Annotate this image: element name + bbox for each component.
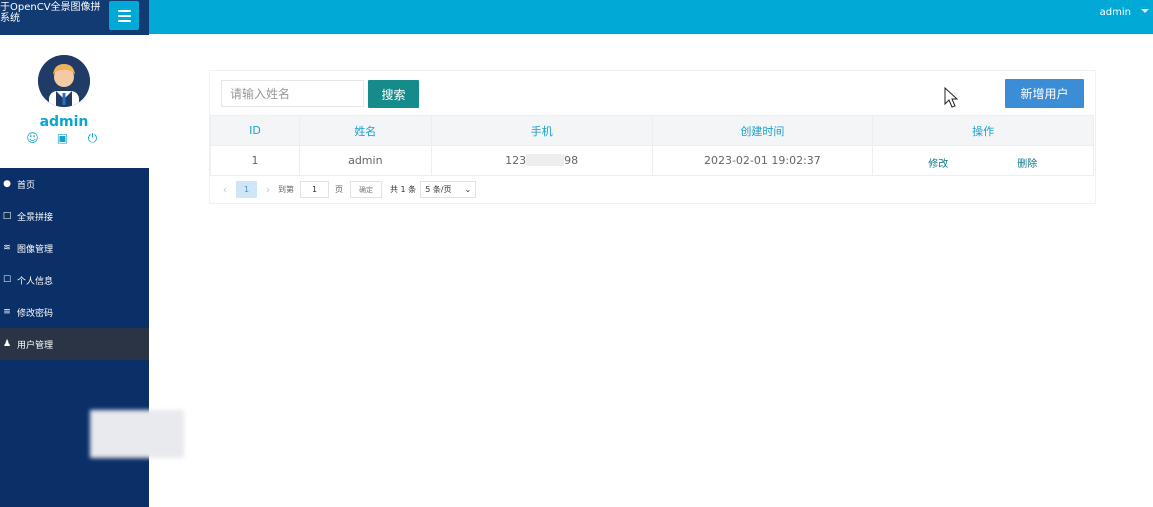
column-header-actions: 操作 (872, 115, 1094, 146)
pagination: ‹ 1 › 到第 1 页 确定 共 1 条 5 条/页 ⌄ (218, 181, 477, 198)
sidebar-item-users[interactable]: ♟ 用户管理 (0, 328, 149, 360)
confirm-button[interactable]: 确定 (350, 181, 382, 198)
cell-name: admin (298, 145, 432, 176)
hamburger-icon (117, 9, 131, 12)
avatar (38, 55, 90, 107)
sidebar-menu: ● 首页 □ 全景拼接 ≋ 图像管理 ☐ 个人信息 ≡ 修改密码 ♟ 用户管理 (0, 168, 149, 360)
sidebar-item-password[interactable]: ≡ 修改密码 (0, 296, 149, 328)
cell-phone: 123 98 (430, 145, 653, 176)
power-icon[interactable]: ⏻ (86, 131, 99, 146)
page-label: 页 (335, 185, 343, 194)
profile-username: admin (39, 114, 89, 130)
cell-created: 2023-02-01 19:02:37 (651, 145, 874, 176)
goto-label: 到第 (278, 185, 294, 194)
phone-suffix: 98 (564, 153, 579, 167)
users-icon: ♟ (2, 339, 12, 349)
profile-card: admin ☺ ▣ ⏻ (0, 35, 149, 168)
user-table: ID 姓名 手机 创建时间 操作 1 admin 123 98 2023-02-0… (210, 115, 1094, 176)
password-icon: ≡ (3, 307, 11, 317)
header-username[interactable]: admin (1100, 7, 1131, 18)
blurred-region (90, 410, 184, 458)
sidebar-item-home[interactable]: ● 首页 (0, 168, 149, 200)
column-header-phone[interactable]: 手机 (430, 115, 653, 146)
delete-link[interactable]: 删除 (1017, 155, 1037, 170)
stitch-icon: □ (2, 211, 12, 221)
sidebar-item-images[interactable]: ≋ 图像管理 (0, 232, 149, 264)
profile-icon: ☐ (2, 275, 12, 285)
search-input[interactable]: 请输入姓名 (221, 80, 364, 107)
app-title-bar: 于OpenCV全景图像拼系统 (0, 0, 149, 35)
sidebar-item-label: 个人信息 (17, 276, 54, 287)
add-user-button[interactable]: 新增用户 (1005, 79, 1084, 108)
avatar-image (38, 55, 90, 107)
profile-actions: ☺ ▣ ⏻ (26, 131, 99, 146)
total-count: 共 1 条 (390, 185, 417, 194)
page-size-value: 5 条/页 (425, 185, 452, 194)
sidebar-item-profile[interactable]: ☐ 个人信息 (0, 264, 149, 296)
column-header-id[interactable]: ID (210, 115, 300, 146)
app-title: 于OpenCV全景图像拼系统 (0, 2, 101, 24)
phone-prefix: 123 (505, 153, 527, 167)
table-row: 1 admin 123 98 2023-02-01 19:02:37 修改 删除 (210, 145, 1094, 176)
edit-link[interactable]: 修改 (928, 155, 948, 170)
user-icon[interactable]: ☺ (26, 131, 39, 146)
page-size-select[interactable]: 5 条/页 ⌄ (420, 181, 477, 198)
sidebar-item-label: 修改密码 (17, 308, 54, 319)
top-header: admin (0, 0, 1153, 34)
search-button[interactable]: 搜索 (368, 80, 419, 108)
cell-actions: 修改 删除 (872, 145, 1094, 176)
chevron-down-icon: ⌄ (464, 185, 472, 194)
sidebar-item-label: 首页 (17, 180, 36, 191)
image-icon: ≋ (3, 243, 11, 253)
page-number-current[interactable]: 1 (236, 181, 257, 198)
mouse-cursor-icon (944, 87, 959, 108)
sidebar-item-label: 全景拼接 (17, 212, 54, 223)
prev-page-icon[interactable]: ‹ (218, 183, 232, 196)
goto-page-input[interactable]: 1 (300, 181, 329, 198)
chevron-down-icon[interactable] (1141, 9, 1149, 13)
sidebar-item-label: 图像管理 (17, 244, 54, 255)
phone-redaction (526, 153, 565, 166)
home-icon: ● (3, 179, 11, 189)
table-header-row: ID 姓名 手机 创建时间 操作 (210, 115, 1094, 146)
column-header-name[interactable]: 姓名 (298, 115, 432, 146)
lock-icon[interactable]: ▣ (56, 131, 69, 146)
menu-toggle-button[interactable] (109, 1, 139, 30)
column-header-created[interactable]: 创建时间 (651, 115, 874, 146)
sidebar-item-stitch[interactable]: □ 全景拼接 (0, 200, 149, 232)
cell-id: 1 (210, 145, 300, 176)
sidebar-item-label: 用户管理 (17, 340, 54, 351)
next-page-icon[interactable]: › (261, 183, 275, 196)
user-management-panel: 请输入姓名 搜索 新增用户 ID 姓名 手机 创建时间 操作 1 admin 1… (209, 70, 1096, 204)
